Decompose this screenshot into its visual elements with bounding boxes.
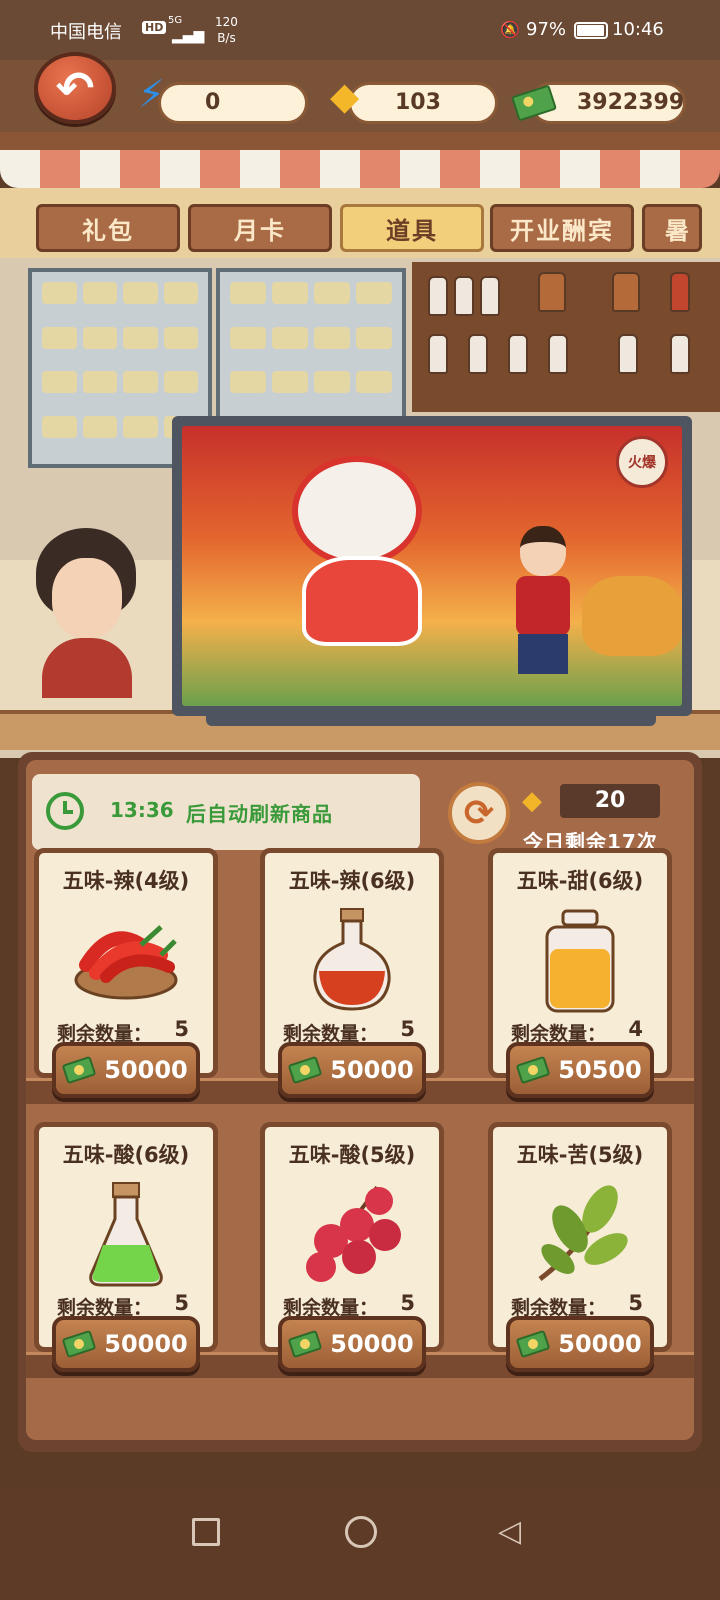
honey-jar-icon bbox=[535, 905, 625, 1019]
energy-value: 0 bbox=[205, 90, 221, 115]
chili-oil-flask-icon bbox=[307, 905, 397, 1019]
item-name: 五味-甜(6级) bbox=[516, 869, 644, 893]
refresh-countdown: 13:36 bbox=[110, 798, 174, 822]
cash-value: 3922399 bbox=[577, 90, 685, 115]
buy-button[interactable]: 50000 bbox=[506, 1316, 654, 1372]
lion-dance-scene: 火爆 bbox=[182, 426, 682, 706]
net-speed: 120 B/s bbox=[215, 15, 238, 45]
gem-value: 103 bbox=[395, 90, 441, 115]
clock-icon bbox=[46, 792, 84, 830]
status-bar: 中国电信 HD 5G ▂▄▆ 120 B/s 🔕 97% 10:46 bbox=[0, 0, 720, 60]
tea-leaves-icon bbox=[530, 1179, 630, 1293]
recent-apps-button[interactable] bbox=[192, 1518, 220, 1546]
battery-icon bbox=[574, 22, 608, 39]
refresh-button[interactable]: ⟳ bbox=[448, 782, 510, 844]
striped-awning bbox=[0, 150, 720, 188]
buy-button[interactable]: 50500 bbox=[506, 1042, 654, 1098]
gem-icon-small: ◆ bbox=[522, 786, 542, 816]
energy-counter: 0 bbox=[158, 82, 308, 124]
price-value: 50000 bbox=[104, 1056, 188, 1084]
tv-stand bbox=[206, 712, 656, 726]
bayberry-icon bbox=[297, 1179, 407, 1293]
tab-opening-promo[interactable]: 开业酬宾 bbox=[490, 204, 634, 252]
cash-icon bbox=[61, 1055, 97, 1085]
huobao-badge: 火爆 bbox=[616, 436, 668, 488]
drummer-boy-figure bbox=[512, 526, 572, 676]
back-button[interactable]: ↶ bbox=[34, 52, 116, 124]
tab-props[interactable]: 道具 bbox=[340, 204, 484, 252]
carrier-name: 中国电信 bbox=[50, 22, 122, 43]
hd-badge: HD bbox=[142, 21, 167, 34]
system-back-button[interactable]: ◁ bbox=[498, 1514, 521, 1549]
liquor-shelf bbox=[412, 262, 720, 412]
cash-icon bbox=[287, 1055, 323, 1085]
item-name: 五味-酸(6级) bbox=[62, 1143, 190, 1167]
item-count: 5 bbox=[400, 1017, 415, 1041]
cash-icon bbox=[61, 1329, 97, 1359]
price-value: 50000 bbox=[330, 1056, 414, 1084]
item-count: 5 bbox=[400, 1291, 415, 1315]
clock-time: 10:46 bbox=[612, 19, 664, 40]
promo-tv: 火爆 bbox=[172, 416, 692, 716]
cash-stack-icon bbox=[510, 84, 560, 122]
undo-arrow-icon: ↶ bbox=[55, 61, 95, 115]
cash-icon bbox=[287, 1329, 323, 1359]
lion-dance-figure bbox=[282, 456, 442, 656]
tab-monthly-card[interactable]: 月卡 bbox=[188, 204, 332, 252]
price-value: 50000 bbox=[558, 1330, 642, 1358]
tab-summer[interactable]: 暑 bbox=[642, 204, 702, 252]
price-value: 50500 bbox=[558, 1056, 642, 1084]
gem-icon: ◆ bbox=[330, 74, 360, 118]
buy-button[interactable]: 50000 bbox=[52, 1042, 200, 1098]
item-count: 4 bbox=[628, 1017, 643, 1041]
price-value: 50000 bbox=[104, 1330, 188, 1358]
mute-bell-icon: 🔕 bbox=[500, 20, 520, 39]
refresh-label: 后自动刷新商品 bbox=[186, 802, 333, 826]
home-button[interactable] bbox=[345, 1516, 377, 1548]
item-count: 5 bbox=[174, 1291, 189, 1315]
treasure-pot bbox=[582, 576, 682, 656]
item-count: 5 bbox=[628, 1291, 643, 1315]
price-value: 50000 bbox=[330, 1330, 414, 1358]
cash-icon bbox=[515, 1055, 551, 1085]
cash-icon bbox=[515, 1329, 551, 1359]
item-name: 五味-苦(5级) bbox=[516, 1143, 644, 1167]
tab-gift-pack[interactable]: 礼包 bbox=[36, 204, 180, 252]
item-name: 五味-酸(5级) bbox=[288, 1143, 416, 1167]
signal-icon: ▂▄▆ bbox=[172, 28, 205, 44]
gem-counter: 103 bbox=[348, 82, 498, 124]
buy-button[interactable]: 50000 bbox=[52, 1316, 200, 1372]
refresh-cost: 20 bbox=[560, 784, 660, 818]
buy-button[interactable]: 50000 bbox=[278, 1316, 426, 1372]
buy-button[interactable]: 50000 bbox=[278, 1042, 426, 1098]
item-count: 5 bbox=[174, 1017, 189, 1041]
shopkeeper-avatar bbox=[22, 528, 152, 698]
chili-peppers-icon bbox=[71, 905, 181, 1009]
item-name: 五味-辣(6级) bbox=[288, 869, 416, 893]
network-type: 5G bbox=[168, 15, 183, 26]
battery-percent: 97% bbox=[526, 19, 567, 40]
item-name: 五味-辣(4级) bbox=[62, 869, 190, 893]
lightning-icon: ⚡ bbox=[138, 72, 165, 116]
refresh-icon: ⟳ bbox=[463, 792, 495, 834]
green-potion-icon bbox=[81, 1179, 171, 1293]
awning-frame bbox=[0, 132, 720, 150]
